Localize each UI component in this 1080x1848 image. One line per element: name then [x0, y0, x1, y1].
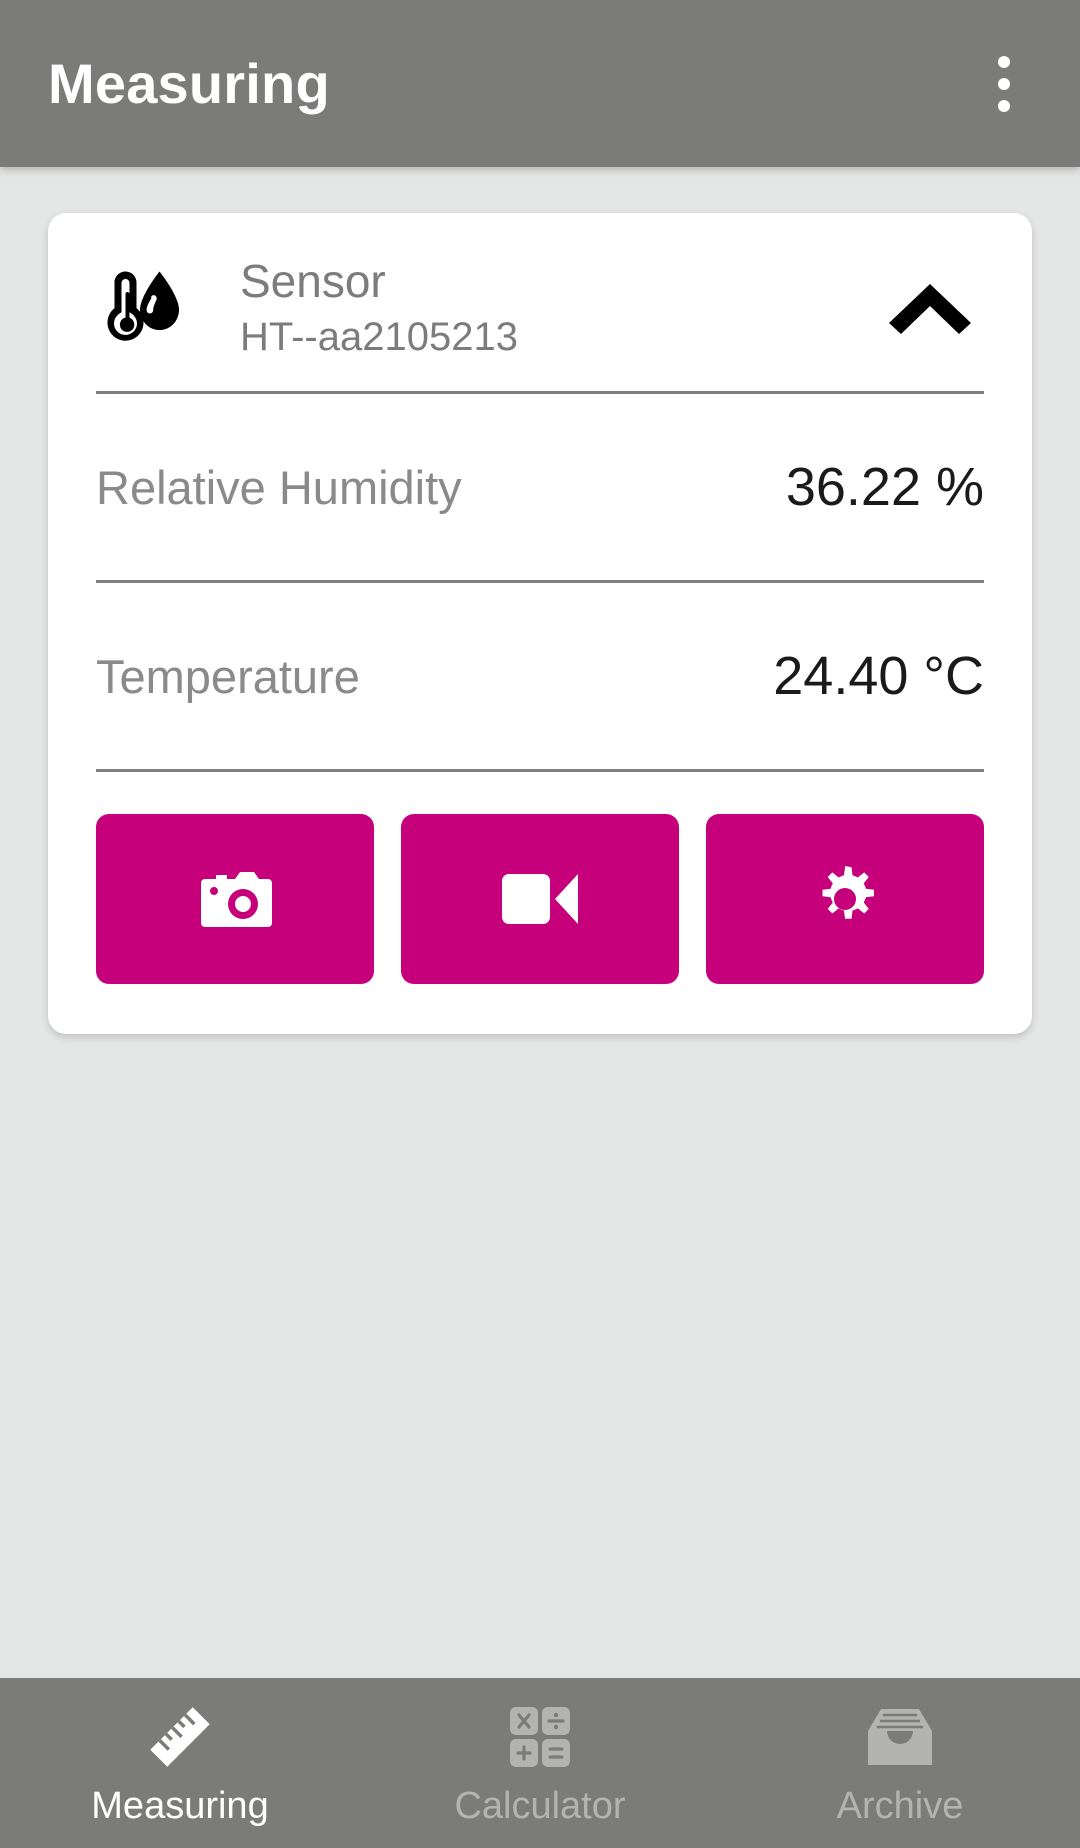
more-vert-dot — [998, 77, 1010, 90]
main-content: Sensor HT--aa2105213 Relative Humidity 3… — [0, 167, 1080, 1678]
more-vert-dot — [998, 55, 1010, 68]
camera-icon — [197, 868, 273, 930]
sensor-name: Sensor — [240, 255, 386, 307]
calculator-icon — [509, 1701, 571, 1773]
nav-label: Calculator — [454, 1785, 626, 1827]
app-bar: Measuring — [0, 0, 1080, 167]
measurement-row-humidity: Relative Humidity 36.22 % — [96, 394, 984, 580]
sensor-card: Sensor HT--aa2105213 Relative Humidity 3… — [48, 213, 1032, 1035]
nav-label: Archive — [836, 1785, 964, 1827]
more-vert-icon[interactable] — [972, 36, 1036, 132]
more-vert-dot — [998, 99, 1010, 112]
measurement-value: 36.22 % — [785, 457, 984, 518]
measurement-label: Temperature — [96, 649, 360, 703]
measurement-row-temperature: Temperature 24.40 °C — [96, 583, 984, 769]
sensor-settings-button[interactable] — [706, 814, 984, 985]
photo-capture-button[interactable] — [96, 814, 374, 985]
archive-icon — [867, 1701, 933, 1773]
thermometer-humidity-icon — [96, 262, 188, 354]
chevron-up-icon[interactable] — [876, 264, 984, 352]
sensor-action-bar — [96, 772, 984, 1034]
bottom-navigation: Measuring Calculator Archive — [0, 1678, 1080, 1848]
sensor-info: Sensor HT--aa2105213 — [188, 255, 876, 361]
nav-item-measuring[interactable]: Measuring — [0, 1678, 360, 1848]
measurement-label: Relative Humidity — [96, 460, 462, 514]
nav-label: Measuring — [91, 1785, 269, 1827]
sensor-card-header[interactable]: Sensor HT--aa2105213 — [96, 213, 984, 391]
nav-item-calculator[interactable]: Calculator — [360, 1678, 720, 1848]
page-title: Measuring — [48, 51, 330, 115]
video-camera-icon — [500, 870, 580, 928]
nav-item-archive[interactable]: Archive — [720, 1678, 1080, 1848]
app-screen: Measuring Sensor HT--aa2105213 Relative … — [0, 0, 1080, 1848]
sensor-id: HT--aa2105213 — [240, 315, 518, 360]
video-capture-button[interactable] — [401, 814, 679, 985]
ruler-icon — [147, 1701, 213, 1773]
gear-icon — [810, 864, 880, 934]
measurement-value: 24.40 °C — [773, 646, 984, 707]
